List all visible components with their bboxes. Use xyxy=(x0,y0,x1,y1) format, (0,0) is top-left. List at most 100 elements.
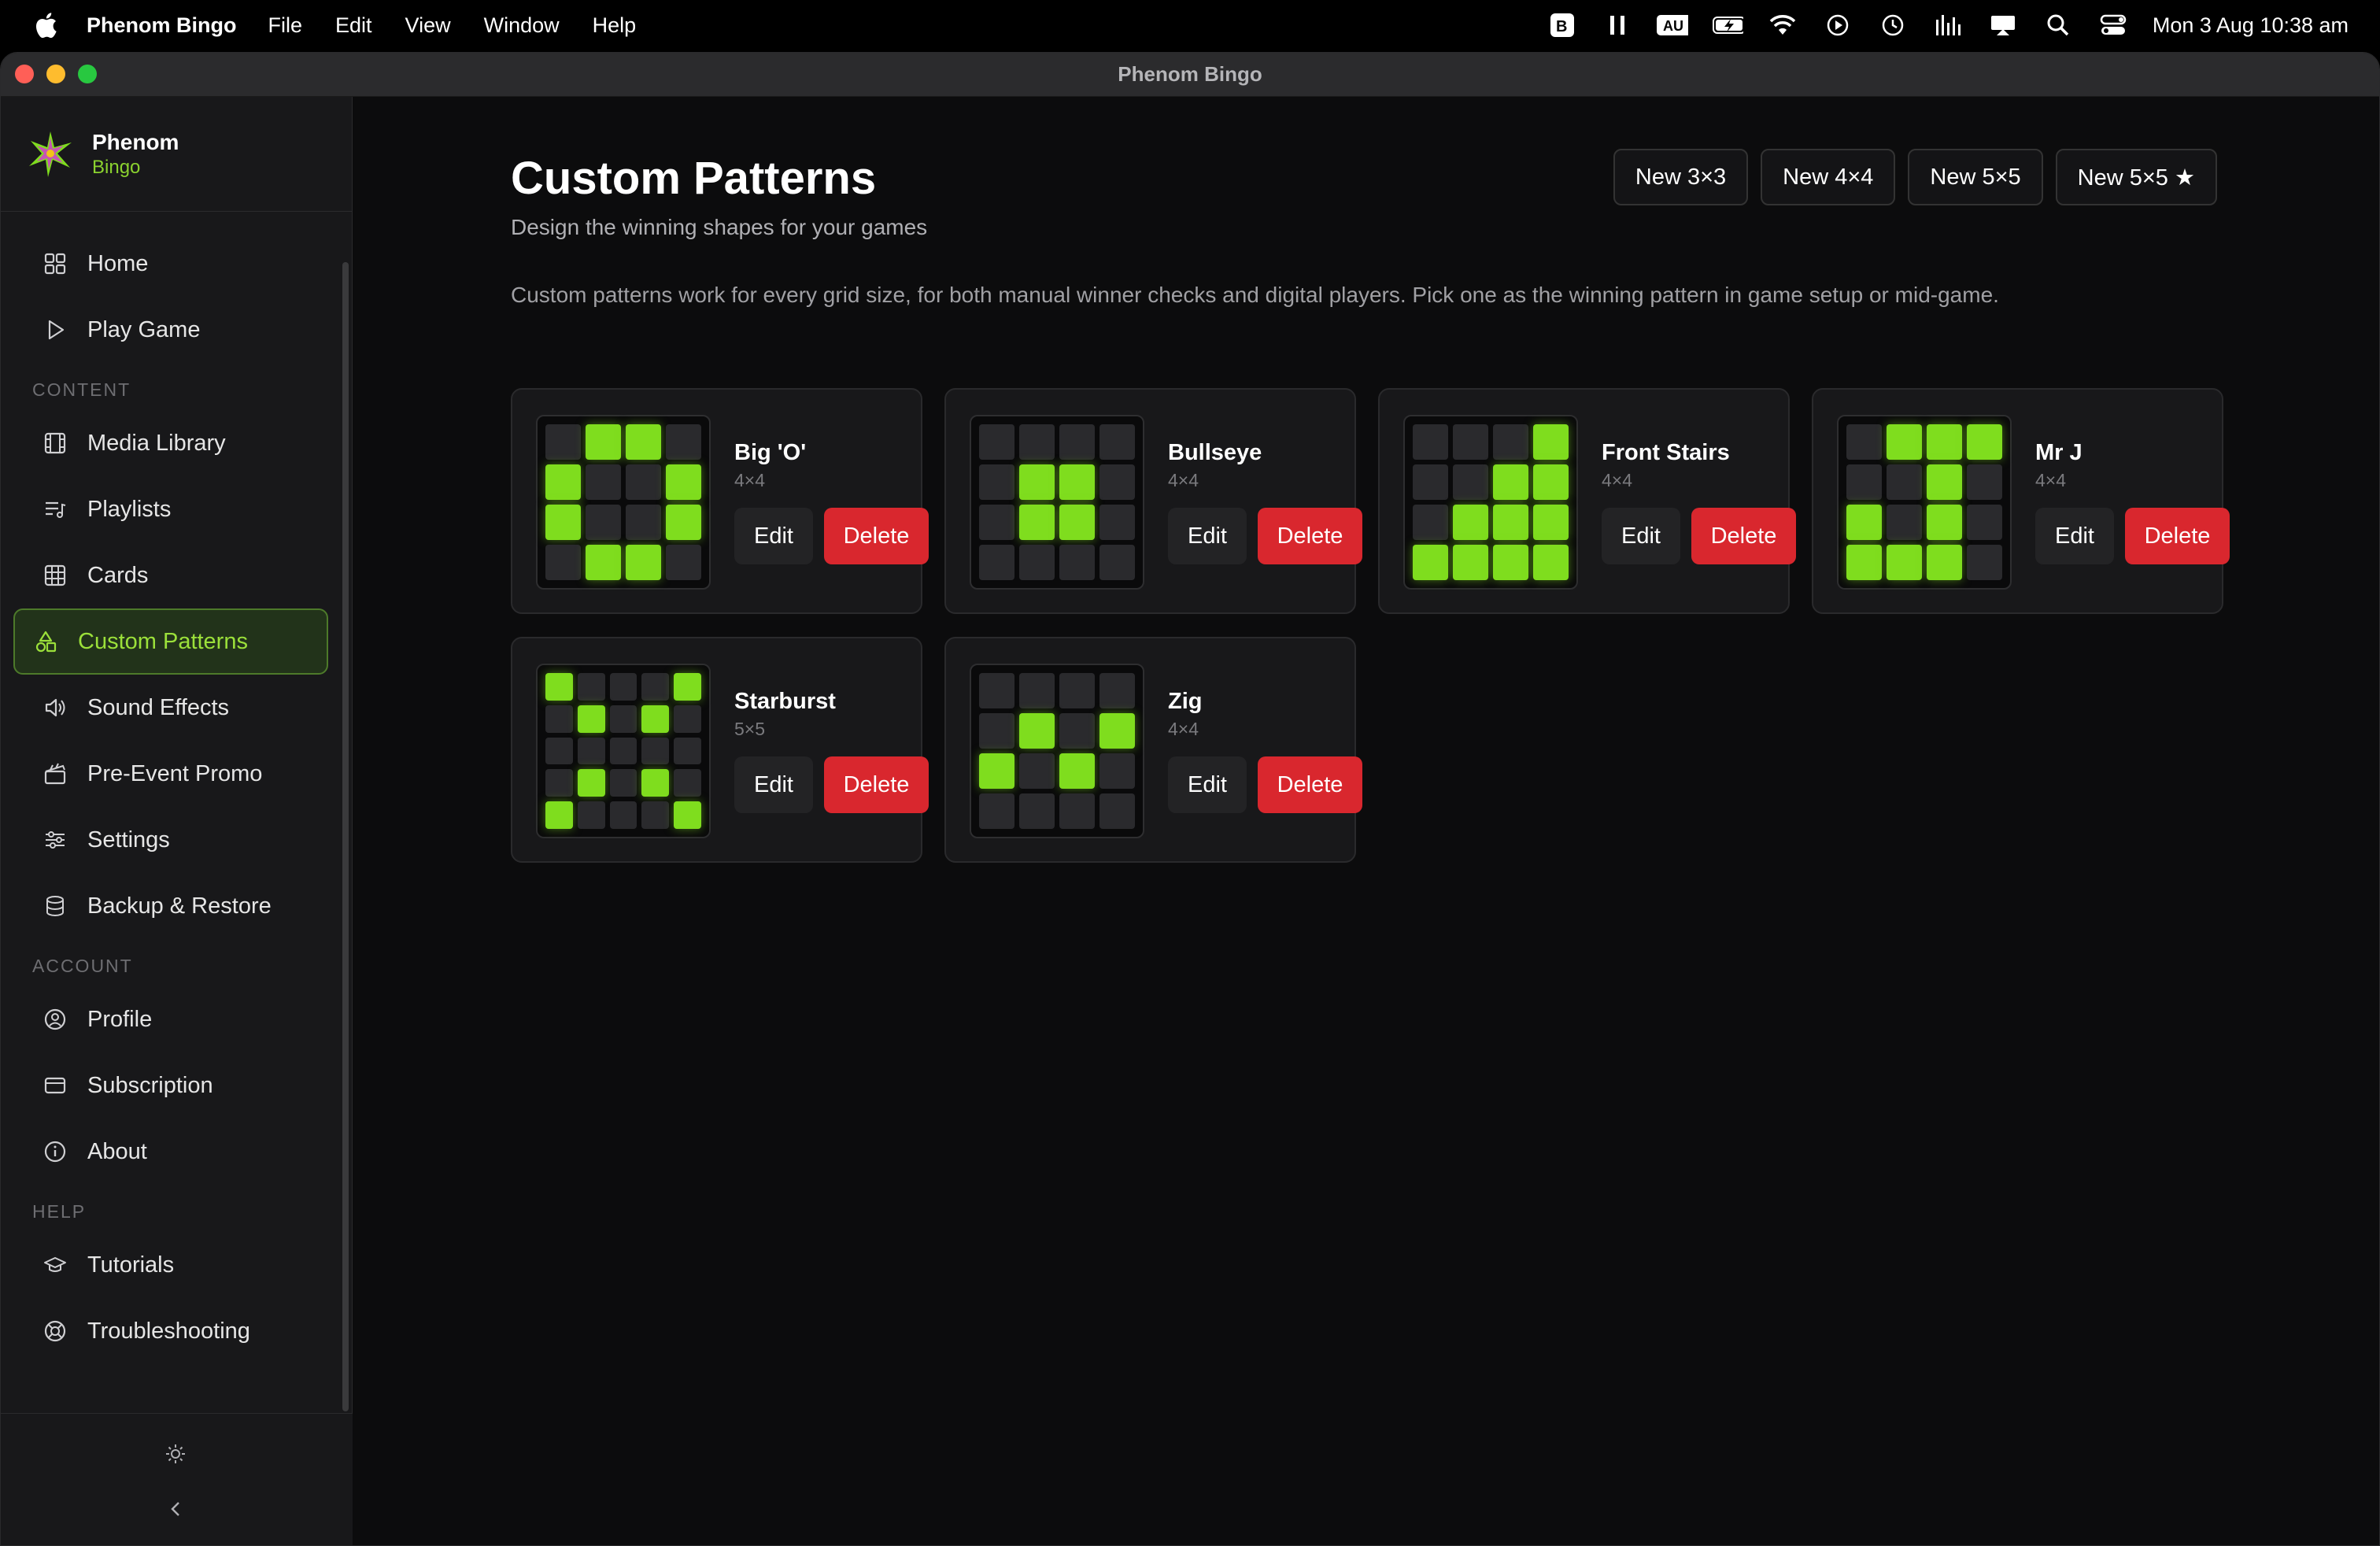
grid-cell-off xyxy=(1099,793,1135,829)
edit-pattern-button[interactable]: Edit xyxy=(1602,508,1680,564)
delete-pattern-button[interactable]: Delete xyxy=(1258,756,1362,813)
pattern-card[interactable]: Starburst 5×5 Edit Delete xyxy=(511,637,929,863)
wifi-icon[interactable] xyxy=(1767,11,1798,39)
sidebar-item-about[interactable]: About xyxy=(13,1119,328,1185)
spotlight-icon[interactable] xyxy=(2042,11,2074,39)
zoom-window-button[interactable] xyxy=(78,65,97,83)
sidebar-item-sound-effects[interactable]: Sound Effects xyxy=(13,675,328,741)
grid-cell-on xyxy=(1887,545,1922,580)
time-machine-icon[interactable] xyxy=(1877,11,1909,39)
sidebar-item-backup-restore[interactable]: Backup & Restore xyxy=(13,873,328,939)
main-content: Custom Patterns Design the winning shape… xyxy=(353,97,2379,1545)
menu-bar: Phenom Bingo File Edit View Window Help … xyxy=(0,0,2380,50)
delete-pattern-button[interactable]: Delete xyxy=(2125,508,2230,564)
sidebar-item-troubleshooting[interactable]: Troubleshooting xyxy=(13,1298,328,1364)
grid-cell-on xyxy=(1413,545,1448,580)
pattern-grid-preview xyxy=(1403,415,1578,590)
sidebar-item-home[interactable]: Home xyxy=(13,231,328,297)
grid-cell-off xyxy=(609,737,638,765)
sidebar-item-subscription[interactable]: Subscription xyxy=(13,1052,328,1119)
sidebar-item-profile[interactable]: Profile xyxy=(13,986,328,1052)
menu-app-name[interactable]: Phenom Bingo xyxy=(87,13,237,38)
pause-icon[interactable] xyxy=(1602,11,1633,39)
grid-cell-on xyxy=(1533,464,1569,500)
sidebar-item-custom-patterns[interactable]: Custom Patterns xyxy=(13,608,328,675)
battery-icon[interactable] xyxy=(1712,11,1743,39)
edit-pattern-button[interactable]: Edit xyxy=(734,756,813,813)
grid-cell-off xyxy=(1099,464,1135,500)
sidebar-item-pre-event-promo[interactable]: Pre-Event Promo xyxy=(13,741,328,807)
menu-edit[interactable]: Edit xyxy=(335,13,372,38)
pattern-size: 4×4 xyxy=(1168,470,1199,490)
grid-cell-off xyxy=(609,769,638,797)
pattern-size: 4×4 xyxy=(1602,470,1633,490)
grid-cell-on xyxy=(586,545,621,580)
pattern-name: Mr J xyxy=(2035,440,2082,465)
grid-cell-on xyxy=(1887,424,1922,460)
pattern-card[interactable]: Big 'O' 4×4 Edit Delete xyxy=(511,388,929,614)
close-window-button[interactable] xyxy=(15,65,34,83)
intro-text: Custom patterns work for every grid size… xyxy=(511,283,1999,307)
grid-cell-on xyxy=(1927,424,1962,460)
apple-logo-icon[interactable] xyxy=(31,11,60,39)
pattern-size: 5×5 xyxy=(734,719,766,739)
grid-cell-on xyxy=(666,505,701,540)
section-content-heading: CONTENT xyxy=(32,379,131,400)
app-window: Phenom Bingo Phenom Bingo Home Play Game… xyxy=(0,52,2380,1546)
grid-cell-off xyxy=(609,673,638,701)
new-5x5-star-button[interactable]: New 5×5 ★ xyxy=(2055,149,2217,205)
pattern-card[interactable]: Zig 4×4 Edit Delete xyxy=(944,637,1362,863)
grid-cell-on xyxy=(626,545,661,580)
grid-cell-off xyxy=(586,464,621,500)
brand[interactable]: Phenom Bingo xyxy=(1,97,352,212)
audio-levels-icon[interactable] xyxy=(1932,11,1964,39)
grid-cell-on xyxy=(666,464,701,500)
sidebar-item-media-library[interactable]: Media Library xyxy=(13,410,328,476)
grid-cell-off xyxy=(979,424,1014,460)
pattern-card[interactable]: Front Stairs 4×4 Edit Delete xyxy=(1378,388,1796,614)
menu-clock[interactable]: Mon 3 Aug 10:38 am xyxy=(2153,13,2349,38)
new-5x5-button[interactable]: New 5×5 xyxy=(1908,149,2043,205)
control-center-icon[interactable] xyxy=(2097,11,2129,39)
menu-window[interactable]: Window xyxy=(484,13,560,38)
sidebar-item-label: Settings xyxy=(87,827,170,853)
sidebar-item-cards[interactable]: Cards xyxy=(13,542,328,608)
au-badge[interactable]: AU xyxy=(1656,11,1688,39)
grid-cell-on xyxy=(1927,464,1962,500)
new-4x4-button[interactable]: New 4×4 xyxy=(1761,149,1896,205)
minimize-window-button[interactable] xyxy=(46,65,65,83)
grid-cell-on xyxy=(1453,505,1488,540)
bbedit-icon[interactable]: B xyxy=(1547,11,1578,39)
delete-pattern-button[interactable]: Delete xyxy=(1691,508,1796,564)
theme-toggle-sun-icon[interactable] xyxy=(164,1442,187,1466)
sidebar-item-settings[interactable]: Settings xyxy=(13,807,328,873)
grid-cell-off xyxy=(1967,464,2002,500)
pattern-card[interactable]: Bullseye 4×4 Edit Delete xyxy=(944,388,1362,614)
collapse-sidebar-chevron-icon[interactable] xyxy=(164,1497,187,1521)
play-circle-icon[interactable] xyxy=(1822,11,1853,39)
sidebar-scrollbar[interactable] xyxy=(342,262,349,1411)
grid-cell-off xyxy=(1413,424,1448,460)
edit-pattern-button[interactable]: Edit xyxy=(734,508,813,564)
edit-pattern-button[interactable]: Edit xyxy=(1168,508,1247,564)
delete-pattern-button[interactable]: Delete xyxy=(824,508,929,564)
screen-mirror-icon[interactable] xyxy=(1987,11,2019,39)
menu-file[interactable]: File xyxy=(268,13,303,38)
grid-cell-off xyxy=(1887,464,1922,500)
new-3x3-button[interactable]: New 3×3 xyxy=(1613,149,1749,205)
sidebar-item-playlists[interactable]: Playlists xyxy=(13,476,328,542)
grid-cell-off xyxy=(979,673,1014,708)
edit-pattern-button[interactable]: Edit xyxy=(2035,508,2114,564)
grid-cell-on xyxy=(1493,505,1528,540)
edit-pattern-button[interactable]: Edit xyxy=(1168,756,1247,813)
pattern-card[interactable]: Mr J 4×4 Edit Delete xyxy=(1812,388,2230,614)
info-icon xyxy=(44,1141,66,1163)
menu-help[interactable]: Help xyxy=(593,13,637,38)
sidebar-item-play-game[interactable]: Play Game xyxy=(13,297,328,363)
grid-cell-on xyxy=(1019,464,1055,500)
delete-pattern-button[interactable]: Delete xyxy=(1258,508,1362,564)
menu-view[interactable]: View xyxy=(405,13,451,38)
sidebar-item-tutorials[interactable]: Tutorials xyxy=(13,1232,328,1298)
delete-pattern-button[interactable]: Delete xyxy=(824,756,929,813)
grid-cell-off xyxy=(1019,545,1055,580)
